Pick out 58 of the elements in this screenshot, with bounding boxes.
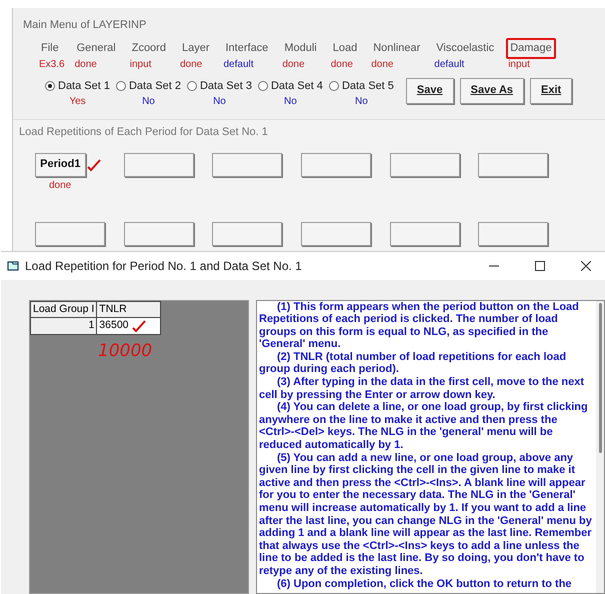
- close-icon[interactable]: [581, 260, 591, 270]
- menu-status: done: [281, 58, 305, 72]
- scrollbar[interactable]: [596, 300, 604, 593]
- menu-item[interactable]: Damage: [506, 38, 556, 58]
- window-button[interactable]: Save As: [460, 78, 524, 104]
- period-button[interactable]: [124, 222, 194, 246]
- data-set-status: No: [213, 95, 226, 109]
- period-button[interactable]: [35, 222, 105, 246]
- radio-option[interactable]: Data Set 2: [116, 78, 181, 94]
- menu-item[interactable]: Viscoelastic: [432, 38, 498, 58]
- menu-item[interactable]: Load: [328, 38, 362, 58]
- menu-status: done: [178, 58, 202, 72]
- menu-status: Ex3.6: [38, 58, 65, 72]
- table-cell[interactable]: 1: [88, 318, 94, 334]
- menu-status: done: [370, 58, 394, 72]
- section-title: Load Repetitions of Each Period for Data Set No. 1: [19, 126, 268, 140]
- period-button[interactable]: Period1: [35, 152, 86, 176]
- menu-status: input: [128, 58, 152, 72]
- maximize-icon[interactable]: [535, 260, 545, 270]
- menu-item[interactable]: File: [37, 38, 63, 58]
- period-button[interactable]: [478, 152, 548, 176]
- menu-status: done: [74, 58, 97, 72]
- column-header: Load Group I: [30, 301, 97, 318]
- window-title: Main Menu of LAYERINP: [22, 18, 148, 33]
- window-button[interactable]: Exit: [530, 78, 572, 104]
- period-button[interactable]: [300, 152, 371, 176]
- radio-option[interactable]: Data Set 3: [186, 78, 252, 94]
- menu-item[interactable]: Moduli: [280, 38, 321, 58]
- menu-status: done: [330, 58, 353, 72]
- radio-option[interactable]: Data Set 4: [258, 78, 323, 94]
- window-app-icon: [7, 260, 19, 271]
- menu-item[interactable]: Interface: [222, 38, 272, 58]
- handwritten-note: 10000: [98, 340, 152, 363]
- period-button[interactable]: [478, 222, 548, 246]
- period-button[interactable]: [212, 222, 282, 246]
- help-text: (1) This form appears when the period button on the Load Repetitions of each period is clicked. The number of load groups on this form is equal to NLG, as specified in the 'General' menu. (2) TNLR (total number of load repetitions for each load group during each period). (3) After typing in the data in the first cell, move to the next cell by pressing the Enter or arrow down key. (4) You can delete a line, or one load group, by first clicking anywhere on the line to make it active and then press the <Ctrl>-<Del> keys. The NLG in the 'general' menu will be reduced automatically by 1. (5) You can add a new line, or one load group, above any given line by first clicking the cell in the given line to make it active and then press the <Ctrl>-<Ins>. A blank line will appear for you to enter the necessary data. The NLG in the 'General' menu will increase automatically by 1. If you want to add a line after the last line, you can change NLG in the 'General' menu by adding 1 and a blank line will appear as the last line. Remember that always use the <Ctrl>-<Ins> keys to add a line unless the line to be added is the last line. By so doing, you don't have to retype any of the existing lines. (6) Upon completion, click the OK button to return to the: [258, 300, 593, 592]
- menu-status: default: [222, 58, 254, 72]
- data-set-status: Yes: [69, 95, 86, 109]
- data-set-status: No: [284, 95, 297, 109]
- menu-item[interactable]: Layer: [178, 38, 214, 58]
- period-button[interactable]: [212, 152, 282, 176]
- radio-option[interactable]: Data Set 1: [45, 78, 110, 94]
- period-button[interactable]: [390, 222, 460, 246]
- menu-status: input: [507, 58, 530, 72]
- dialog-title: Load Repetition for Period No. 1 and Data Set No. 1: [25, 258, 303, 274]
- data-set-status: No: [355, 95, 368, 109]
- menu-item[interactable]: Nonlinear: [369, 38, 424, 58]
- period-status: done: [48, 180, 72, 190]
- menu-item[interactable]: General: [72, 38, 120, 58]
- window-button[interactable]: Save: [406, 78, 454, 104]
- radio-option[interactable]: Data Set 5: [328, 78, 394, 94]
- menu-status: default: [433, 58, 464, 72]
- period-button[interactable]: [300, 222, 371, 246]
- period-button[interactable]: [390, 152, 460, 176]
- column-header: TNLR: [96, 301, 161, 318]
- period-button[interactable]: [124, 152, 194, 176]
- menu-item[interactable]: Zcoord: [128, 38, 170, 58]
- data-set-status: No: [142, 95, 155, 109]
